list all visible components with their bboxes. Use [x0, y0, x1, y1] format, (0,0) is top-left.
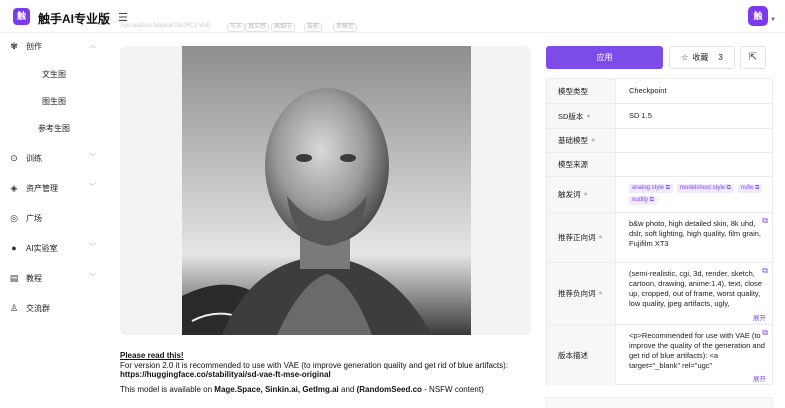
info-row-model-source: 模型来源	[547, 153, 772, 177]
model-tag[interactable]: 高细节	[271, 23, 296, 32]
breadcrumb: Epicrealism Natural Sin RC1 VAE 写实 真实感 高…	[121, 22, 381, 34]
app-logo[interactable]: 触	[13, 8, 30, 25]
users-icon: ♙	[9, 302, 19, 313]
trigger-word-tag[interactable]: analog style ⧉	[629, 184, 673, 193]
next-card	[546, 397, 773, 408]
lab-icon: ●	[11, 243, 17, 253]
positive-prompt-value: b&w photo, high detailed skin, 8k uhd, d…	[629, 219, 762, 248]
site-links[interactable]: Mage.Space, Sinkin.ai, GetImg.ai	[214, 385, 338, 394]
sidebar-subitem-reference[interactable]: 参考生图	[0, 120, 108, 138]
sidebar-item-tutorial[interactable]: ▤ 教程 ﹀	[8, 269, 100, 287]
sidebar: ✾ 创作 ︿ 文生图 图生图 参考生图 ⊙ 训练 ﹀ ◈ 资产管理 ﹀ ◎ 广场…	[0, 33, 108, 408]
model-description: Please read this! For version 2.0 it is …	[120, 351, 535, 394]
copy-icon[interactable]: ⧉	[762, 328, 768, 338]
model-tag[interactable]: 摄影	[304, 23, 323, 32]
sidebar-item-label: AI实验室	[26, 243, 58, 253]
model-tag[interactable]: 单模型	[333, 23, 358, 32]
trigger-word-tags: analog style ⧉ modelshoot style ⧉ nsfw ⧉…	[629, 184, 764, 205]
sidebar-item-ai-lab[interactable]: ● AI实验室 ﹀	[8, 239, 100, 257]
model-tag[interactable]: 真实感	[245, 23, 270, 32]
sidebar-item-label: 教程	[26, 273, 42, 283]
share-icon: ⇱	[748, 52, 758, 63]
base-model-value	[629, 129, 769, 152]
favorite-label: 收藏	[692, 53, 709, 62]
chevron-up-icon: ︿	[89, 42, 96, 49]
layers-icon: ◈	[10, 182, 18, 193]
chevron-down-icon: ﹀	[89, 244, 96, 251]
top-bar: 触 触手AI专业版 ☰ 触 ▼	[0, 0, 785, 33]
info-row-version-description: 版本描述 <p>Recommended for use with VAE (to…	[547, 325, 772, 385]
note-line1: For version 2.0 it is recommended to use…	[120, 360, 509, 380]
expand-link[interactable]: 展开	[753, 312, 766, 322]
model-tag[interactable]: 写实	[227, 23, 246, 32]
copy-icon[interactable]: ⧉	[762, 266, 768, 276]
share-button[interactable]: ⇱	[740, 46, 766, 69]
trigger-word-tag[interactable]: nudity ⧉	[629, 196, 657, 205]
chevron-down-icon: ﹀	[89, 184, 96, 191]
app-title[interactable]: 触手AI专业版	[38, 10, 110, 27]
preview-image[interactable]	[182, 46, 471, 335]
sidebar-item-plaza[interactable]: ◎ 广场	[8, 209, 100, 227]
model-info-table: 模型类型 Checkpoint SD版本 ● SD 1.5 基础模型 ● 模型来源 …	[546, 78, 773, 385]
chevron-down-icon: ﹀	[89, 274, 96, 281]
sidebar-item-community[interactable]: ♙ 交流群	[8, 299, 100, 317]
compass-icon: ◎	[10, 212, 18, 223]
copy-icon[interactable]: ⧉	[762, 216, 768, 226]
sd-version-value: SD 1.5	[629, 111, 652, 120]
palette-icon: ✾	[10, 40, 18, 51]
sidebar-item-label: 资产管理	[26, 183, 58, 193]
help-icon[interactable]: ●	[599, 234, 603, 241]
favorite-button[interactable]: ☆ 收藏 3	[669, 46, 735, 69]
note-line2: This model is available on Mage.Space, S…	[120, 384, 484, 394]
favorite-count: 3	[718, 53, 723, 62]
sidebar-item-label: 训练	[26, 153, 42, 163]
sidebar-item-label: 广场	[26, 213, 42, 223]
expand-link[interactable]: 展开	[753, 373, 766, 383]
sidebar-item-label: 创作	[26, 41, 42, 51]
chevron-down-icon[interactable]: ▼	[770, 17, 776, 23]
model-name: Epicrealism Natural Sin RC1 VAE	[121, 23, 211, 29]
star-icon: ☆	[681, 53, 689, 62]
note-heading: Please read this!	[120, 351, 184, 360]
info-row-base-model: 基础模型 ●	[547, 129, 772, 153]
preview-panel	[120, 46, 531, 335]
help-icon[interactable]: ●	[599, 290, 603, 297]
chevron-down-icon: ﹀	[89, 154, 96, 161]
vae-link[interactable]: https://huggingface.co/stabilityai/sd-va…	[120, 370, 331, 379]
help-icon[interactable]: ●	[586, 113, 590, 120]
trigger-word-tag[interactable]: modelshoot style ⧉	[676, 184, 734, 193]
model-source-value	[629, 153, 769, 176]
sidebar-item-label: 交流群	[26, 303, 50, 313]
help-icon[interactable]: ●	[591, 137, 595, 144]
negative-prompt-value: (semi-realistic, cgi, 3d, render, sketch…	[629, 269, 762, 308]
info-row-model-type: 模型类型 Checkpoint	[547, 79, 772, 104]
sidebar-item-assets[interactable]: ◈ 资产管理 ﹀	[8, 179, 100, 197]
book-icon: ▤	[9, 272, 19, 283]
trigger-word-tag[interactable]: nsfw ⧉	[737, 184, 763, 193]
training-icon: ⊙	[10, 152, 18, 163]
sidebar-subitem-text2img[interactable]: 文生图	[0, 66, 108, 84]
sidebar-item-create[interactable]: ✾ 创作 ︿	[8, 37, 100, 55]
model-type-value: Checkpoint	[629, 86, 667, 95]
info-row-sd-version: SD版本 ● SD 1.5	[547, 104, 772, 129]
version-description-value: <p>Recommended for use with VAE (to impr…	[629, 331, 765, 370]
info-row-negative-prompt: 推荐负向词 ● (semi-realistic, cgi, 3d, render,…	[547, 263, 772, 325]
randomseed-link[interactable]: (RandomSeed.co	[357, 385, 422, 394]
help-icon[interactable]: ●	[584, 191, 588, 198]
sidebar-item-training[interactable]: ⊙ 训练 ﹀	[8, 149, 100, 167]
info-row-trigger-words: 触发词 ● analog style ⧉ modelshoot style ⧉ n…	[547, 177, 772, 213]
info-row-positive-prompt: 推荐正向词 ● b&w photo, high detailed skin, 8k…	[547, 213, 772, 263]
sidebar-subitem-img2img[interactable]: 图生图	[0, 93, 108, 111]
apply-button[interactable]: 应用	[546, 46, 663, 69]
user-avatar[interactable]: 触	[748, 6, 768, 26]
